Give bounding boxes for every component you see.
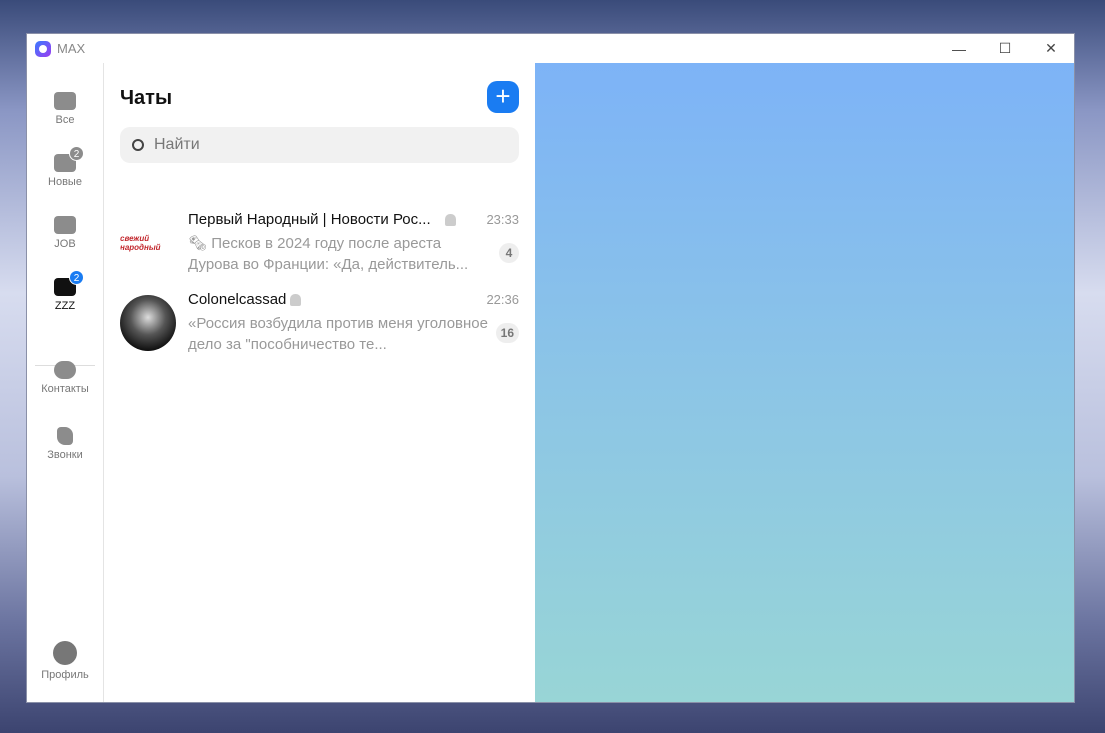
folder-icon: 2 xyxy=(54,146,84,172)
page-title: Чаты xyxy=(120,87,173,109)
chat-bubble-icon xyxy=(54,92,76,110)
folder-icon xyxy=(54,216,76,234)
avatar: свежий народный xyxy=(120,215,176,271)
sidebar-item-calls[interactable]: Звонки xyxy=(27,427,103,461)
chat-item[interactable]: Colonelcassad 22:36 «Россия возбудила пр… xyxy=(104,287,535,367)
unread-count: 4 xyxy=(499,243,519,263)
sidebar-item-all[interactable]: Все xyxy=(27,92,103,126)
sidebar-item-job[interactable]: JOB xyxy=(27,216,103,250)
badge: 2 xyxy=(69,146,84,161)
badge: 2 xyxy=(69,270,84,285)
avatar xyxy=(120,295,176,351)
folder-open-icon: 2 xyxy=(54,270,84,296)
chat-name: Colonelcassad xyxy=(188,291,302,308)
sidebar-item-zzz[interactable]: 2 ZZZ xyxy=(27,270,103,312)
new-chat-button[interactable]: + xyxy=(487,81,519,113)
chat-time: 23:33 xyxy=(486,212,519,227)
sidebar-item-label: Все xyxy=(55,114,75,126)
chat-preview: 🗞 Песков в 2024 году после ареста Дурова… xyxy=(188,235,469,273)
title-bar: MAX — ☐ ✕ xyxy=(27,34,1074,63)
search-input[interactable]: Найти xyxy=(120,127,519,163)
maximize-button[interactable]: ☐ xyxy=(982,34,1028,63)
max-logo-icon xyxy=(35,40,51,57)
close-button[interactable]: ✕ xyxy=(1028,34,1074,63)
unread-count: 16 xyxy=(495,323,519,343)
window-title: MAX xyxy=(57,41,86,56)
chat-name-text: Первый Народный | Новости Рос... xyxy=(188,211,431,228)
phone-icon xyxy=(57,427,73,445)
sidebar-item-label: ZZZ xyxy=(54,300,76,312)
chat-background-pane xyxy=(535,63,1074,702)
sidebar-item-label: Контакты xyxy=(41,383,89,395)
app-window: MAX — ☐ ✕ Все 2 Новые JOB 2 ZZZ Контакты З… xyxy=(26,33,1075,703)
sidebar-item-profile[interactable]: Профиль xyxy=(27,641,103,681)
search-icon xyxy=(132,139,144,151)
muted-bell-icon xyxy=(444,214,456,227)
chat-list-panel: Чаты + Найти свежий народный Первый Наро… xyxy=(104,63,535,702)
minimize-button[interactable]: — xyxy=(936,34,982,63)
logo-text: свежий народный xyxy=(120,234,161,252)
chat-name-text: Colonelcassad xyxy=(188,291,287,308)
sidebar-item-label: Звонки xyxy=(47,449,83,461)
profile-icon xyxy=(53,641,77,665)
chat-item[interactable]: свежий народный Первый Народный | Новост… xyxy=(104,207,535,287)
chat-time: 22:36 xyxy=(486,292,519,307)
sidebar-item-new[interactable]: 2 Новые xyxy=(27,146,103,188)
sidebar-item-label: JOB xyxy=(54,238,76,250)
muted-bell-icon xyxy=(290,294,302,307)
search-placeholder: Найти xyxy=(154,136,200,153)
sidebar: Все 2 Новые JOB 2 ZZZ Контакты Звонки Проф… xyxy=(27,63,104,702)
chat-preview: «Россия возбудила против меня уголовное … xyxy=(188,315,488,353)
sidebar-item-contacts[interactable]: Контакты xyxy=(27,361,103,395)
sidebar-item-label: Профиль xyxy=(41,669,89,681)
chat-name: Первый Народный | Новости Рос... xyxy=(188,211,456,228)
sidebar-item-label: Новые xyxy=(48,176,82,188)
contacts-icon xyxy=(54,361,76,379)
